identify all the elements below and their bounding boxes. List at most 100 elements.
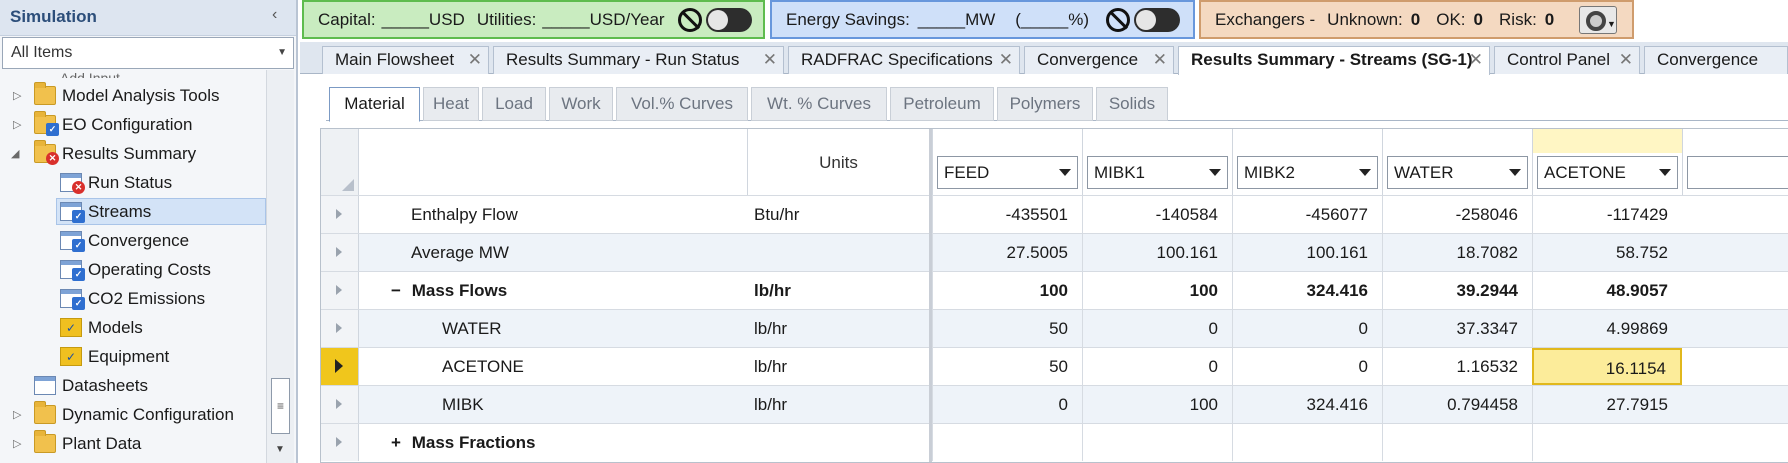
- tree-item-model-analysis-tools[interactable]: ▷ Model Analysis Tools: [13, 82, 220, 109]
- tree-item-eo-configuration[interactable]: ▷ ✓ EO Configuration: [13, 111, 192, 138]
- close-icon[interactable]: ✕: [1469, 50, 1483, 70]
- tab-radfrac-specifications[interactable]: RADFRAC Specifications ✕: [788, 46, 1020, 74]
- row-header[interactable]: [321, 234, 359, 271]
- row-header[interactable]: [321, 196, 359, 233]
- value-cell[interactable]: 100.161: [1082, 234, 1232, 271]
- expand-group-icon[interactable]: +: [391, 433, 407, 453]
- tree-item-dynamic-configuration[interactable]: ▷ Dynamic Configuration: [13, 401, 234, 428]
- value-cell[interactable]: 4.99869: [1532, 310, 1682, 347]
- value-cell[interactable]: 0: [1232, 310, 1382, 347]
- value-cell[interactable]: 0: [932, 386, 1082, 423]
- tree-scrollbar[interactable]: ≡ ▼: [266, 70, 294, 463]
- value-cell[interactable]: 50: [932, 348, 1082, 385]
- tree-item-equipment[interactable]: ✓ Equipment: [60, 343, 169, 370]
- value-cell[interactable]: [1532, 424, 1682, 461]
- value-cell[interactable]: 0: [1082, 310, 1232, 347]
- value-cell[interactable]: [932, 424, 1082, 461]
- value-cell[interactable]: 100: [932, 272, 1082, 309]
- tree-item-models[interactable]: ✓ Models: [60, 314, 143, 341]
- tab-results-summary-streams[interactable]: Results Summary - Streams (SG-1) ✕: [1178, 46, 1490, 75]
- tree-item-convergence[interactable]: ✓ Convergence: [60, 227, 189, 254]
- stream-select-feed[interactable]: FEED: [937, 156, 1078, 189]
- value-cell[interactable]: 1.16532: [1382, 348, 1532, 385]
- scrollbar-thumb[interactable]: ≡: [271, 378, 290, 434]
- toggle-switch[interactable]: [1134, 8, 1180, 32]
- value-cell[interactable]: [1382, 424, 1532, 461]
- value-cell[interactable]: 39.2944: [1382, 272, 1532, 309]
- tab-control-panel[interactable]: Control Panel ✕: [1494, 46, 1640, 74]
- value-cell[interactable]: [1082, 424, 1232, 461]
- items-filter-dropdown[interactable]: All Items ▼: [2, 37, 294, 69]
- value-cell[interactable]: [1232, 424, 1382, 461]
- expand-arrow-icon[interactable]: ▷: [13, 437, 21, 450]
- subtab-work[interactable]: Work: [549, 87, 613, 121]
- collapse-group-icon[interactable]: −: [391, 281, 407, 301]
- subtab-vol-curves[interactable]: Vol.% Curves: [616, 87, 748, 121]
- stream-select-empty[interactable]: [1687, 156, 1788, 189]
- value-cell[interactable]: 0.794458: [1382, 386, 1532, 423]
- value-cell[interactable]: 27.7915: [1532, 386, 1682, 423]
- tree-item-results-summary[interactable]: ◢ ✕ Results Summary: [11, 140, 196, 167]
- capital-toggle[interactable]: [678, 8, 752, 32]
- value-cell[interactable]: -456077: [1232, 196, 1382, 233]
- expand-arrow-icon[interactable]: ▷: [13, 118, 21, 131]
- tree-item-run-status[interactable]: ✕ Run Status: [60, 169, 172, 196]
- toggle-switch[interactable]: [706, 8, 752, 32]
- energy-toggle[interactable]: [1106, 8, 1180, 32]
- tree-item-datasheets[interactable]: Datasheets: [34, 372, 148, 399]
- stream-select-water[interactable]: WATER: [1387, 156, 1528, 189]
- value-cell[interactable]: 100: [1082, 272, 1232, 309]
- tab-convergence-2[interactable]: Convergence: [1644, 46, 1788, 74]
- subtab-petroleum[interactable]: Petroleum: [890, 87, 994, 121]
- stream-select-mibk1[interactable]: MIBK1: [1087, 156, 1228, 189]
- expand-arrow-icon[interactable]: ▷: [13, 89, 21, 102]
- subtab-heat[interactable]: Heat: [423, 87, 479, 121]
- subtab-load[interactable]: Load: [482, 87, 546, 121]
- value-cell[interactable]: 50: [932, 310, 1082, 347]
- value-cell[interactable]: 48.9057: [1532, 272, 1682, 309]
- collapse-pane-icon[interactable]: ‹: [272, 6, 277, 24]
- value-cell[interactable]: 324.416: [1232, 386, 1382, 423]
- tree-item-plant-data[interactable]: ▷ Plant Data: [13, 430, 141, 457]
- value-cell[interactable]: 100.161: [1232, 234, 1382, 271]
- stream-select-mibk2[interactable]: MIBK2: [1237, 156, 1378, 189]
- value-cell[interactable]: 0: [1082, 348, 1232, 385]
- value-cell[interactable]: 27.5005: [932, 234, 1082, 271]
- row-header[interactable]: [321, 310, 359, 347]
- subtab-solids[interactable]: Solids: [1096, 87, 1168, 121]
- subtab-polymers[interactable]: Polymers: [997, 87, 1093, 121]
- close-icon[interactable]: ✕: [468, 50, 482, 70]
- tab-convergence[interactable]: Convergence ✕: [1024, 46, 1174, 74]
- select-all-corner[interactable]: [321, 129, 359, 195]
- row-header[interactable]: [321, 424, 359, 461]
- value-cell[interactable]: 324.416: [1232, 272, 1382, 309]
- value-cell[interactable]: -140584: [1082, 196, 1232, 233]
- tree-item-co2-emissions[interactable]: ✓ CO2 Emissions: [60, 285, 205, 312]
- tree-item-streams[interactable]: ✓ Streams: [56, 198, 266, 225]
- expand-arrow-icon[interactable]: ▷: [13, 408, 21, 421]
- subtab-material[interactable]: Material: [329, 87, 420, 122]
- close-icon[interactable]: ✕: [1619, 50, 1633, 70]
- close-icon[interactable]: ✕: [999, 50, 1013, 70]
- row-header-current[interactable]: [321, 348, 359, 385]
- close-icon[interactable]: ✕: [1153, 50, 1167, 70]
- value-cell[interactable]: 37.3347: [1382, 310, 1532, 347]
- row-header[interactable]: [321, 386, 359, 423]
- value-cell[interactable]: 18.7082: [1382, 234, 1532, 271]
- collapse-arrow-icon[interactable]: ◢: [11, 147, 19, 160]
- row-header[interactable]: [321, 272, 359, 309]
- value-cell[interactable]: -258046: [1382, 196, 1532, 233]
- exchanger-options-button[interactable]: ▼: [1579, 6, 1617, 34]
- value-cell[interactable]: 58.752: [1532, 234, 1682, 271]
- stream-select-acetone[interactable]: ACETONE: [1537, 156, 1678, 189]
- tree-item-operating-costs[interactable]: ✓ Operating Costs: [60, 256, 211, 283]
- value-cell[interactable]: -117429: [1532, 196, 1682, 233]
- selected-value-cell[interactable]: 16.1154: [1532, 348, 1682, 385]
- close-icon[interactable]: ✕: [763, 50, 777, 70]
- tab-results-summary-run-status[interactable]: Results Summary - Run Status ✕: [493, 46, 784, 74]
- value-cell[interactable]: -435501: [932, 196, 1082, 233]
- subtab-wt-curves[interactable]: Wt. % Curves: [751, 87, 887, 121]
- value-cell[interactable]: 100: [1082, 386, 1232, 423]
- scroll-down-icon[interactable]: ▼: [275, 444, 285, 455]
- value-cell[interactable]: 0: [1232, 348, 1382, 385]
